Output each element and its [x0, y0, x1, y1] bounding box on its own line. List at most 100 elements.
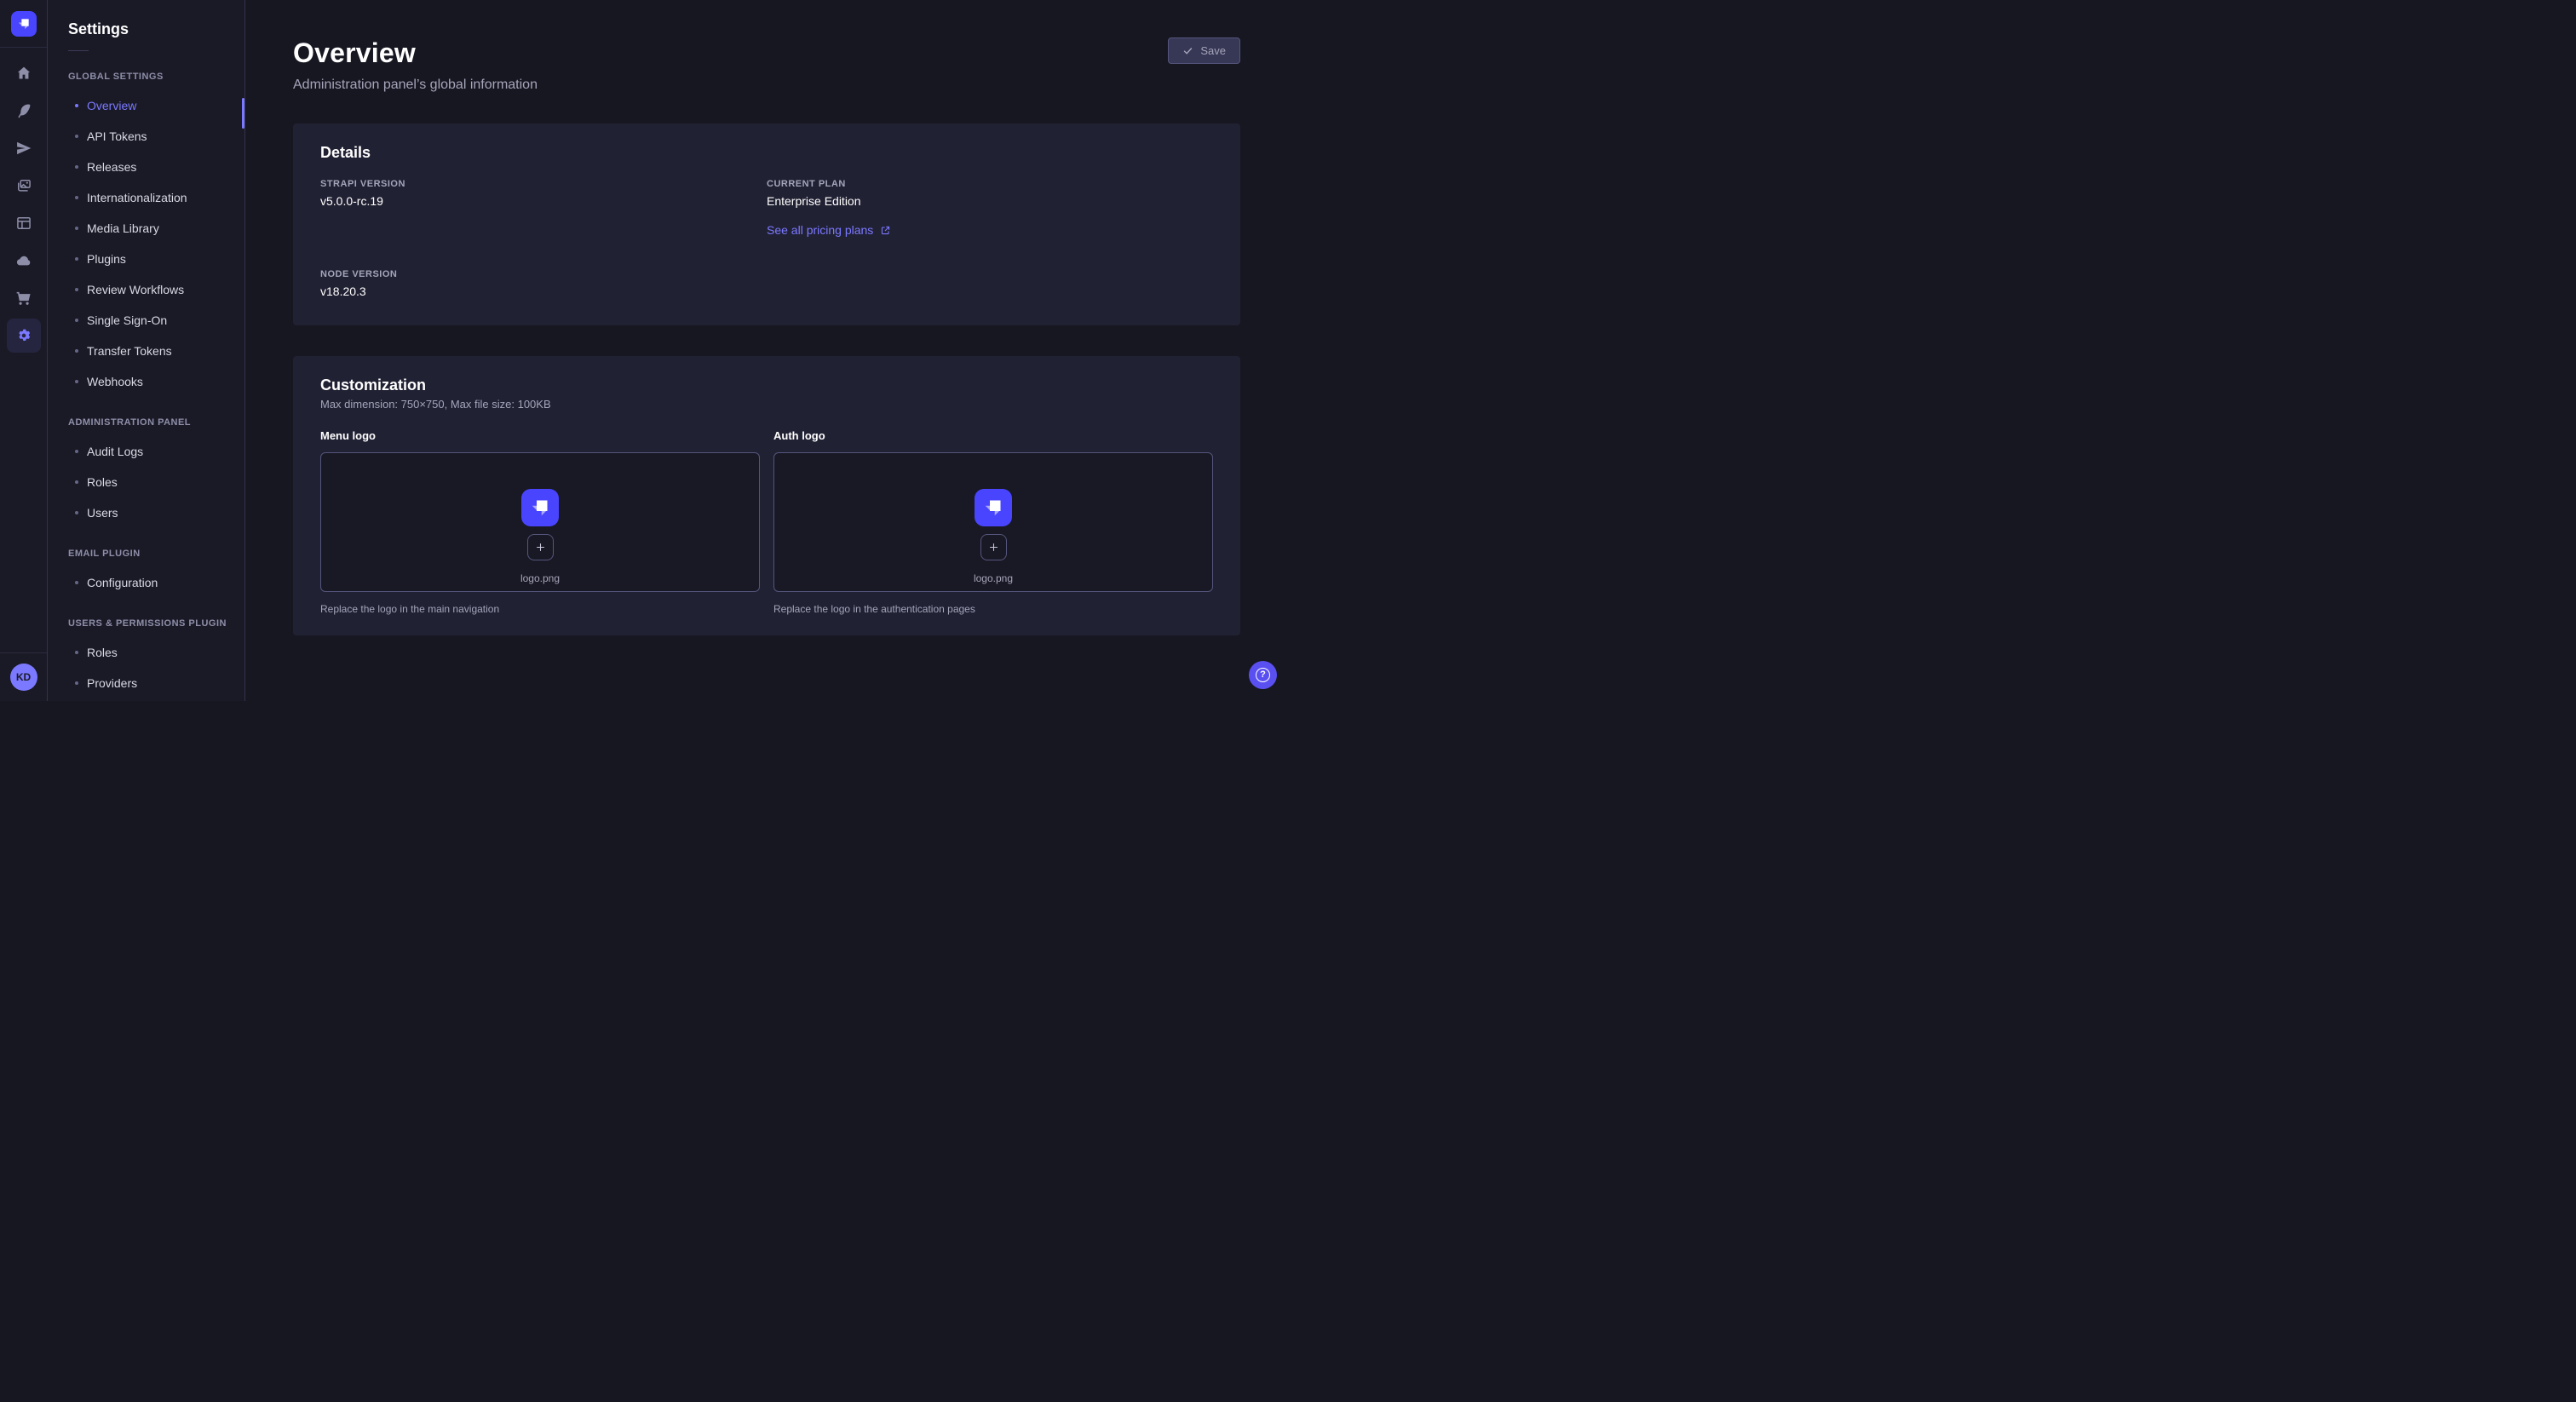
media-library-button[interactable]	[7, 169, 41, 203]
plus-icon	[534, 541, 547, 554]
menu-logo-dropzone[interactable]: logo.png	[320, 452, 760, 592]
main-content: Overview Administration panel’s global i…	[245, 0, 1288, 701]
sidebar-item-releases[interactable]: Releases	[48, 152, 244, 182]
sidebar-item-transfer-tokens[interactable]: Transfer Tokens	[48, 336, 244, 366]
sidebar-item-email-configuration[interactable]: Configuration	[48, 567, 244, 598]
main-nav-rail: KD	[0, 0, 48, 701]
item-label: Audit Logs	[87, 445, 143, 458]
settings-sidebar: Settings GLOBAL SETTINGS Overview API To…	[48, 0, 245, 701]
sidebar-item-admin-users[interactable]: Users	[48, 497, 244, 528]
sidebar-item-api-tokens[interactable]: API Tokens	[48, 121, 244, 152]
cloud-icon	[15, 252, 32, 269]
add-auth-logo-button[interactable]	[980, 534, 1007, 560]
item-label: Configuration	[87, 576, 158, 589]
field-label: CURRENT PLAN	[767, 179, 1213, 189]
bullet-icon	[75, 288, 78, 291]
item-label: Overview	[87, 99, 136, 112]
sidebar-item-up-roles[interactable]: Roles	[48, 637, 244, 668]
content-builder-button[interactable]	[7, 94, 41, 128]
releases-button[interactable]	[7, 131, 41, 165]
save-button-label: Save	[1200, 44, 1226, 57]
gear-icon	[15, 327, 32, 344]
help-button[interactable]: ?	[1249, 661, 1277, 689]
section-items: Audit Logs Roles Users	[48, 436, 244, 528]
menu-logo-filename: logo.png	[520, 572, 560, 584]
home-button[interactable]	[7, 56, 41, 90]
section-label: ADMINISTRATION PANEL	[48, 417, 244, 428]
customization-heading: Customization	[320, 376, 1213, 394]
item-label: Users	[87, 506, 118, 520]
sidebar-item-media-library[interactable]: Media Library	[48, 213, 244, 244]
item-label: API Tokens	[87, 129, 147, 143]
field-label: NODE VERSION	[320, 269, 767, 279]
section-users-permissions-plugin: USERS & PERMISSIONS PLUGIN Roles Provide…	[48, 618, 244, 698]
field-value: Enterprise Edition	[767, 194, 1213, 208]
pricing-plans-link[interactable]: See all pricing plans	[767, 223, 891, 237]
item-label: Review Workflows	[87, 283, 184, 296]
auth-logo-helper: Replace the logo in the authentication p…	[773, 603, 1213, 615]
sidebar-item-internationalization[interactable]: Internationalization	[48, 182, 244, 213]
details-grid: STRAPI VERSION v5.0.0-rc.19 CURRENT PLAN…	[320, 179, 1213, 298]
external-link-icon	[880, 225, 891, 236]
menu-logo-helper: Replace the logo in the main navigation	[320, 603, 760, 615]
pricing-link-label: See all pricing plans	[767, 223, 873, 237]
sidebar-item-up-providers[interactable]: Providers	[48, 668, 244, 698]
rail-logo-section	[0, 0, 47, 48]
scrollbar-thumb[interactable]	[242, 98, 244, 129]
strapi-logo[interactable]	[11, 11, 37, 37]
section-email-plugin: EMAIL PLUGIN Configuration	[48, 549, 244, 598]
plus-icon	[987, 541, 1000, 554]
feather-icon	[15, 102, 32, 119]
bullet-icon	[75, 651, 78, 654]
rail-footer: KD	[0, 652, 47, 701]
item-label: Roles	[87, 475, 118, 489]
details-heading: Details	[320, 144, 1213, 162]
add-menu-logo-button[interactable]	[527, 534, 554, 560]
field-value: v5.0.0-rc.19	[320, 194, 767, 208]
rail-icon-list	[7, 48, 41, 652]
marketplace-button[interactable]	[7, 281, 41, 315]
layout-icon	[15, 215, 32, 232]
item-label: Roles	[87, 646, 118, 659]
pictures-icon	[15, 177, 32, 194]
auth-logo-dropzone[interactable]: logo.png	[773, 452, 1213, 592]
auth-logo-filename: logo.png	[974, 572, 1013, 584]
customization-card: Customization Max dimension: 750×750, Ma…	[293, 356, 1240, 635]
bullet-icon	[75, 581, 78, 584]
bullet-icon	[75, 227, 78, 230]
item-label: Providers	[87, 676, 137, 690]
sidebar-item-single-sign-on[interactable]: Single Sign-On	[48, 305, 244, 336]
sidebar-item-audit-logs[interactable]: Audit Logs	[48, 436, 244, 467]
content-manager-button[interactable]	[7, 206, 41, 240]
page-subtitle: Administration panel’s global informatio…	[293, 78, 538, 93]
settings-button[interactable]	[7, 319, 41, 353]
check-icon	[1182, 45, 1193, 56]
sidebar-item-overview[interactable]: Overview	[48, 90, 244, 121]
sidebar-item-review-workflows[interactable]: Review Workflows	[48, 274, 244, 305]
section-global-settings: GLOBAL SETTINGS Overview API Tokens Rele…	[48, 72, 244, 397]
bullet-icon	[75, 511, 78, 514]
customization-subheading: Max dimension: 750×750, Max file size: 1…	[320, 398, 1213, 411]
user-avatar[interactable]: KD	[10, 664, 37, 691]
sidebar-item-webhooks[interactable]: Webhooks	[48, 366, 244, 397]
upload-label: Menu logo	[320, 429, 760, 442]
sidebar-item-admin-roles[interactable]: Roles	[48, 467, 244, 497]
bullet-icon	[75, 135, 78, 138]
item-label: Transfer Tokens	[87, 344, 172, 358]
avatar-initials: KD	[16, 671, 31, 683]
bullet-icon	[75, 319, 78, 322]
item-label: Plugins	[87, 252, 126, 266]
field-value: v18.20.3	[320, 284, 767, 298]
save-button[interactable]: Save	[1168, 37, 1240, 64]
bullet-icon	[75, 450, 78, 453]
strapi-version-field: STRAPI VERSION v5.0.0-rc.19	[320, 179, 767, 238]
cloud-button[interactable]	[7, 244, 41, 278]
bullet-icon	[75, 480, 78, 484]
paper-plane-icon	[15, 140, 32, 157]
sidebar-item-plugins[interactable]: Plugins	[48, 244, 244, 274]
question-mark-icon: ?	[1256, 668, 1270, 682]
auth-logo-preview	[975, 489, 1012, 526]
strapi-mark-icon	[980, 495, 1006, 520]
page-header: Overview Administration panel’s global i…	[293, 37, 1240, 93]
section-items: Configuration	[48, 567, 244, 598]
